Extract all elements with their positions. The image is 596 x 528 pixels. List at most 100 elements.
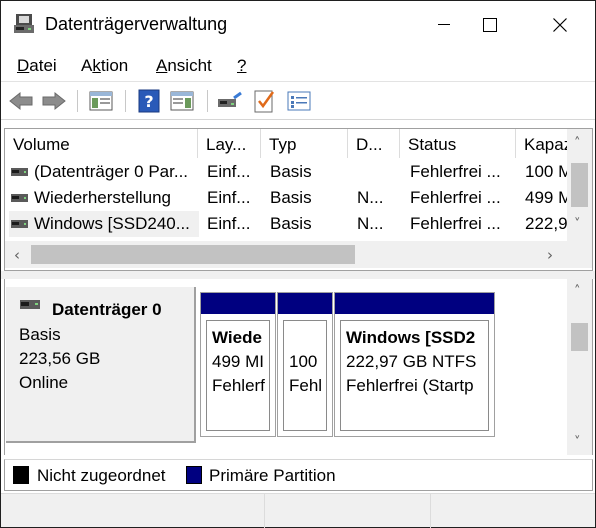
toolbar-separator xyxy=(125,90,126,112)
maximize-button[interactable] xyxy=(467,1,513,49)
vertical-scroll-thumb[interactable] xyxy=(571,323,588,351)
toolbar-separator xyxy=(207,90,208,112)
status-bar xyxy=(1,493,595,528)
legend-swatch-primary xyxy=(186,466,202,484)
menu-ansicht[interactable]: Ansicht xyxy=(156,56,212,76)
scroll-down-arrow-icon[interactable]: ˅ xyxy=(574,217,581,232)
partition-label: Windows [SSD2 xyxy=(346,328,476,347)
partition-block[interactable]: Wiede 499 MI Fehlerf xyxy=(200,292,276,437)
disk-state: Online xyxy=(19,373,69,392)
vertical-scroll-thumb[interactable] xyxy=(571,163,588,207)
partition-block[interactable]: 100 Fehl xyxy=(277,292,333,437)
status-bar-pane xyxy=(265,494,431,528)
volume-list[interactable]: Volume Lay... Typ D... Status Kapaz (Dat… xyxy=(4,128,593,271)
status-bar-pane xyxy=(1,494,265,528)
partition-status: Fehlerf xyxy=(212,376,265,395)
partition-label: Wiede xyxy=(212,328,262,347)
maximize-icon xyxy=(483,18,497,32)
connect-virtual-disk-icon[interactable] xyxy=(217,88,243,114)
volume-icon xyxy=(11,220,28,228)
toolbar-separator xyxy=(77,90,78,112)
cell-layout: Einf... xyxy=(207,214,251,233)
check-properties-icon[interactable] xyxy=(251,88,277,114)
partition-size: 222,97 GB NTFS xyxy=(346,352,477,371)
partition-label xyxy=(289,321,326,350)
table-row-selected[interactable]: Windows [SSD240... Einf... Basis N... Fe… xyxy=(5,211,567,237)
cell-status: Fehlerfrei ... xyxy=(410,188,501,207)
column-header-layout[interactable]: Lay... xyxy=(198,129,261,158)
disk-icon xyxy=(20,300,40,309)
scroll-up-arrow-icon[interactable]: ˄ xyxy=(574,284,581,299)
forward-arrow-icon[interactable] xyxy=(41,88,67,114)
volume-list-vertical-scrollbar[interactable]: ˄ ˅ xyxy=(567,129,592,241)
minimize-button[interactable] xyxy=(421,1,467,49)
partition-size: 100 xyxy=(289,352,318,371)
partition-type-bar xyxy=(335,293,494,314)
show-hide-console-tree-icon[interactable] xyxy=(88,88,114,114)
cell-typ: Basis xyxy=(270,214,312,233)
menu-aktion[interactable]: Aktion xyxy=(81,56,128,76)
title-bar[interactable]: Datenträgerverwaltung xyxy=(1,1,595,49)
volume-icon xyxy=(11,194,28,202)
menu-datei[interactable]: Datei xyxy=(17,56,57,76)
column-header-dateisystem[interactable]: D... xyxy=(348,129,400,158)
scroll-right-arrow-icon[interactable]: › xyxy=(547,246,553,264)
column-header-status[interactable]: Status xyxy=(400,129,516,158)
close-button[interactable] xyxy=(537,1,583,49)
partition-status: Fehl xyxy=(289,376,323,395)
disk-info-box[interactable]: Datenträger 0 Basis 223,56 GB Online xyxy=(6,287,196,443)
menu-bar: Datei Aktion Ansicht ? xyxy=(1,49,595,82)
cell-typ: Basis xyxy=(270,162,312,181)
cell-volume: Windows [SSD240... xyxy=(34,214,190,233)
legend-swatch-unallocated xyxy=(13,466,29,484)
column-header-volume[interactable]: Volume xyxy=(5,129,198,158)
close-icon xyxy=(553,18,567,32)
column-header-typ[interactable]: Typ xyxy=(261,129,348,158)
window-title: Datenträgerverwaltung xyxy=(45,14,228,34)
cell-dateisystem: N... xyxy=(357,188,384,207)
partition-details: 100 Fehl xyxy=(283,320,327,431)
cell-volume: Wiederherstellung xyxy=(34,188,172,207)
scroll-down-arrow-icon[interactable]: ˅ xyxy=(574,435,581,450)
scroll-up-arrow-icon[interactable]: ˄ xyxy=(574,136,581,151)
svg-text:?: ? xyxy=(144,92,153,111)
volume-icon xyxy=(11,168,28,176)
partition-type-bar xyxy=(278,293,332,314)
pane-splitter[interactable] xyxy=(1,271,595,279)
scroll-left-arrow-icon[interactable]: ‹ xyxy=(14,246,20,264)
partition-block-selected[interactable]: Windows [SSD2 222,97 GB NTFS Fehlerfrei … xyxy=(334,292,495,437)
disk-size: 223,56 GB xyxy=(19,349,101,368)
column-header-kapazitaet[interactable]: Kapaz xyxy=(516,129,567,158)
disk-view-vertical-scrollbar[interactable]: ˄ ˅ xyxy=(567,279,592,455)
table-row[interactable]: (Datenträger 0 Par... Einf... Basis Fehl… xyxy=(5,159,567,185)
minimize-icon xyxy=(438,24,450,25)
cell-layout: Einf... xyxy=(207,162,251,181)
cell-kapazitaet: 100 M xyxy=(525,162,567,181)
volume-list-horizontal-scrollbar[interactable]: ‹ › xyxy=(5,241,567,268)
horizontal-scroll-thumb[interactable] xyxy=(31,245,355,264)
partition-size: 499 MI xyxy=(212,352,264,371)
partition-status: Fehlerfrei (Startp xyxy=(346,376,474,395)
cell-status: Fehlerfrei ... xyxy=(410,214,501,233)
disk-graphical-view[interactable]: Datenträger 0 Basis 223,56 GB Online Wie… xyxy=(4,279,593,455)
cell-typ: Basis xyxy=(270,188,312,207)
disk-type: Basis xyxy=(19,325,61,344)
help-icon[interactable]: ? xyxy=(136,88,162,114)
back-arrow-icon[interactable] xyxy=(8,88,34,114)
list-settings-icon[interactable] xyxy=(286,88,312,114)
legend: Nicht zugeordnet Primäre Partition xyxy=(4,459,593,491)
show-hide-action-pane-icon[interactable] xyxy=(169,88,195,114)
volume-list-header: Volume Lay... Typ D... Status Kapaz xyxy=(5,129,567,158)
disk-name: Datenträger 0 xyxy=(52,300,162,319)
cell-dateisystem xyxy=(357,159,400,185)
disk-management-app-icon xyxy=(14,14,34,33)
cell-layout: Einf... xyxy=(207,188,251,207)
legend-label-primary: Primäre Partition xyxy=(209,466,336,485)
app-window: Datenträgerverwaltung Datei Aktion Ansic… xyxy=(0,0,596,528)
scroll-corner xyxy=(567,241,592,268)
table-row[interactable]: Wiederherstellung Einf... Basis N... Feh… xyxy=(5,185,567,211)
partition-details: Windows [SSD2 222,97 GB NTFS Fehlerfrei … xyxy=(340,320,489,431)
toolbar: ? xyxy=(1,82,595,120)
cell-status: Fehlerfrei ... xyxy=(410,162,501,181)
menu-help[interactable]: ? xyxy=(237,56,246,76)
